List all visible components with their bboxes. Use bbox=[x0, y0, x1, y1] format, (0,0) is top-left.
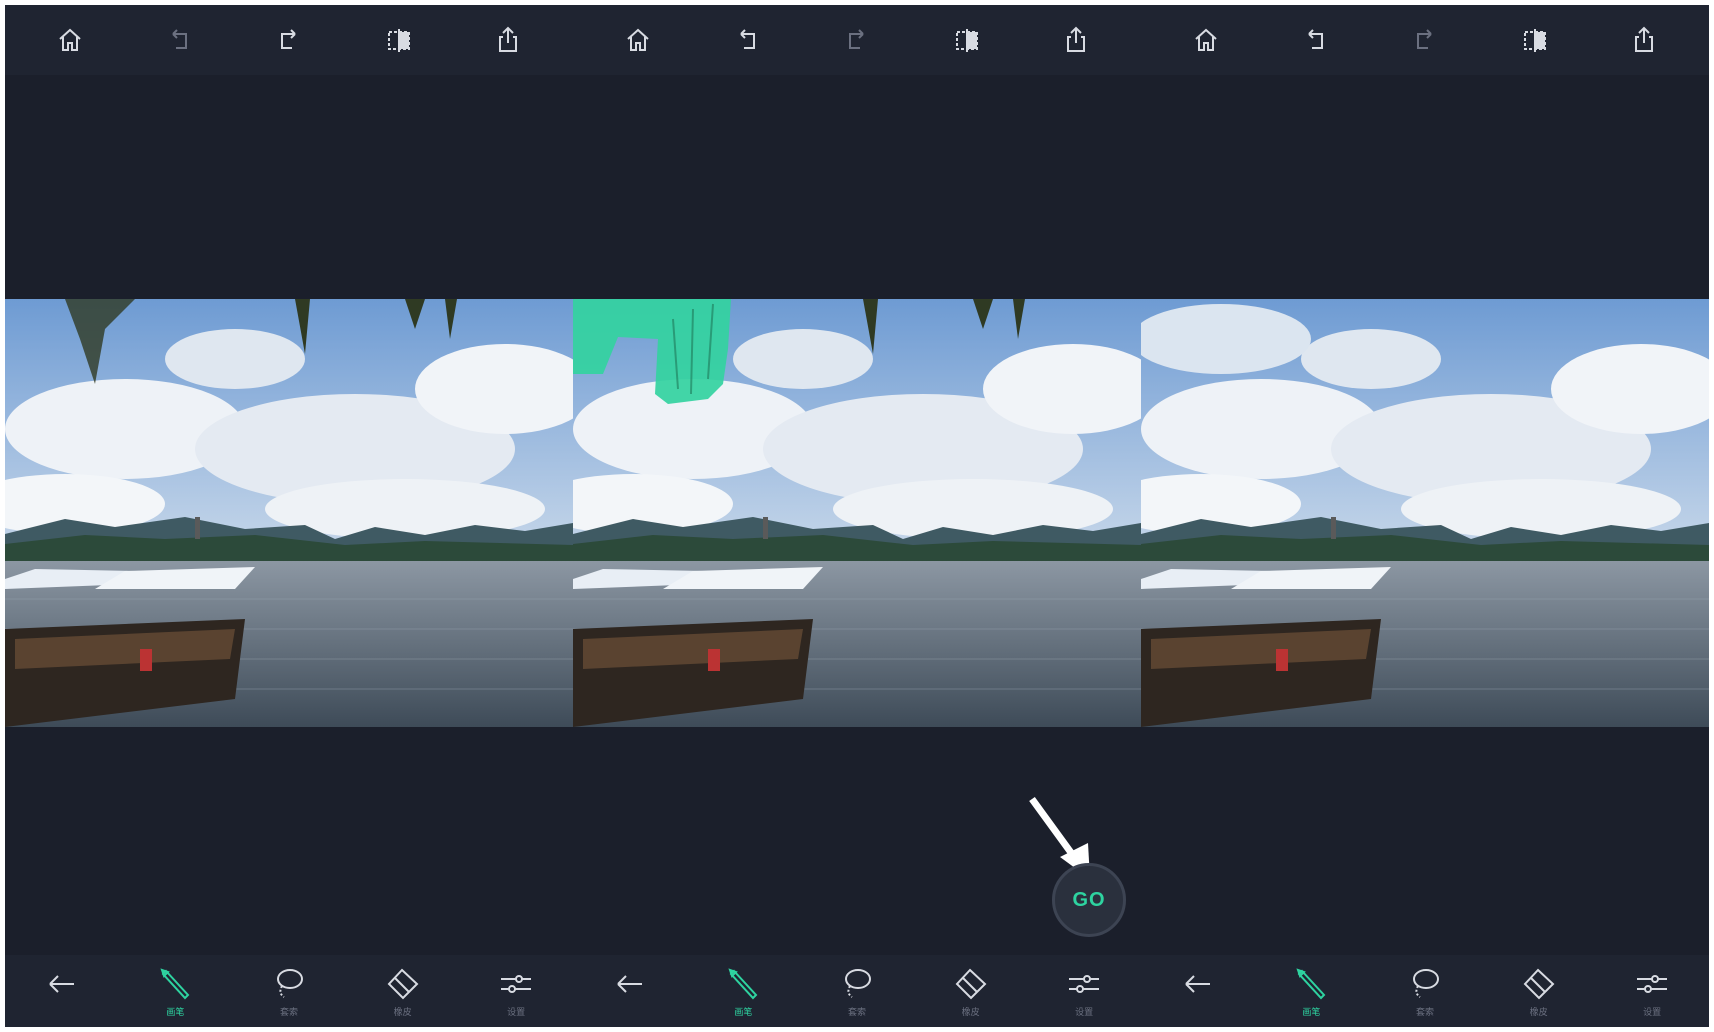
back-arrow-icon bbox=[1185, 975, 1210, 993]
back-button[interactable] bbox=[1163, 967, 1233, 1016]
home-button[interactable] bbox=[618, 20, 658, 60]
screenshot-strip: 画笔 套索 橡皮 设置 GO 画笔 套索 橡皮 设置 画笔 套索 橡皮 设置 bbox=[5, 5, 1709, 1027]
home-button[interactable] bbox=[1186, 20, 1226, 60]
undo-button[interactable] bbox=[1295, 20, 1335, 60]
top-toolbar bbox=[1141, 5, 1709, 75]
bottom-toolbar: 画笔 套索 橡皮 设置 bbox=[1141, 955, 1709, 1027]
settings-button[interactable]: 设置 bbox=[1049, 967, 1119, 1018]
redo-icon bbox=[1416, 29, 1432, 49]
eraser-icon bbox=[955, 968, 987, 1000]
compare-button[interactable] bbox=[379, 20, 419, 60]
eraser-button[interactable]: 橡皮 bbox=[368, 967, 438, 1018]
compare-icon bbox=[1523, 29, 1546, 52]
sliders-icon bbox=[501, 975, 532, 993]
screen-after: 画笔 套索 橡皮 设置 bbox=[1141, 5, 1709, 1027]
share-button[interactable] bbox=[1056, 20, 1096, 60]
share-icon bbox=[1067, 26, 1086, 52]
lasso-button[interactable]: 套索 bbox=[254, 967, 324, 1018]
lasso-label: 套索 bbox=[1415, 1008, 1434, 1018]
lasso-icon bbox=[276, 969, 303, 998]
top-toolbar bbox=[5, 5, 573, 75]
share-icon bbox=[1635, 26, 1654, 52]
lasso-icon bbox=[844, 969, 871, 998]
brush-icon bbox=[160, 968, 190, 1000]
compare-icon bbox=[387, 29, 410, 52]
screen-masked: GO 画笔 套索 橡皮 设置 bbox=[573, 5, 1141, 1027]
settings-button[interactable]: 设置 bbox=[481, 967, 551, 1018]
brush-label: 画笔 bbox=[166, 1008, 185, 1018]
lasso-icon bbox=[1412, 969, 1439, 998]
go-button[interactable]: GO bbox=[1052, 863, 1126, 937]
lasso-button[interactable]: 套索 bbox=[822, 967, 892, 1018]
settings-label: 设置 bbox=[507, 1008, 526, 1018]
brush-label: 画笔 bbox=[734, 1008, 753, 1018]
home-icon bbox=[1195, 28, 1217, 51]
screen-before: 画笔 套索 橡皮 设置 bbox=[5, 5, 573, 1027]
go-label: GO bbox=[1072, 888, 1106, 911]
lake-photo bbox=[1141, 299, 1709, 727]
compare-icon bbox=[955, 29, 978, 52]
share-button[interactable] bbox=[488, 20, 528, 60]
sliders-icon bbox=[1637, 975, 1668, 993]
brush-icon bbox=[1296, 968, 1326, 1000]
share-button[interactable] bbox=[1624, 20, 1664, 60]
sliders-icon bbox=[1069, 975, 1100, 993]
brush-icon bbox=[728, 968, 758, 1000]
redo-icon bbox=[280, 29, 296, 49]
undo-icon bbox=[740, 29, 756, 49]
settings-label: 设置 bbox=[1075, 1008, 1094, 1018]
settings-button[interactable]: 设置 bbox=[1617, 967, 1687, 1018]
lasso-label: 套索 bbox=[279, 1008, 298, 1018]
redo-button[interactable] bbox=[837, 20, 877, 60]
eraser-button[interactable]: 橡皮 bbox=[1504, 967, 1574, 1018]
eraser-icon bbox=[387, 968, 419, 1000]
lasso-button[interactable]: 套索 bbox=[1390, 967, 1460, 1018]
brush-label: 画笔 bbox=[1302, 1008, 1321, 1018]
redo-button[interactable] bbox=[269, 20, 309, 60]
home-icon bbox=[627, 28, 649, 51]
eraser-label: 橡皮 bbox=[393, 1008, 412, 1018]
home-icon bbox=[59, 28, 81, 51]
eraser-label: 橡皮 bbox=[961, 1008, 980, 1018]
lake-photo bbox=[5, 299, 573, 727]
bottom-toolbar: 画笔 套索 橡皮 设置 bbox=[573, 955, 1141, 1027]
back-arrow-icon bbox=[617, 975, 642, 993]
lasso-label: 套索 bbox=[847, 1008, 866, 1018]
photo-canvas[interactable] bbox=[1141, 299, 1709, 727]
home-button[interactable] bbox=[50, 20, 90, 60]
share-icon bbox=[499, 26, 518, 52]
compare-button[interactable] bbox=[947, 20, 987, 60]
undo-icon bbox=[1308, 29, 1324, 49]
lake-photo bbox=[573, 299, 1141, 727]
brush-button[interactable]: 画笔 bbox=[1276, 967, 1346, 1018]
redo-button[interactable] bbox=[1405, 20, 1445, 60]
brush-button[interactable]: 画笔 bbox=[140, 967, 210, 1018]
back-button[interactable] bbox=[27, 967, 97, 1016]
bottom-toolbar: 画笔 套索 橡皮 设置 bbox=[5, 955, 573, 1027]
compare-button[interactable] bbox=[1515, 20, 1555, 60]
redo-icon bbox=[848, 29, 864, 49]
undo-button[interactable] bbox=[727, 20, 767, 60]
eraser-label: 橡皮 bbox=[1529, 1008, 1548, 1018]
brush-button[interactable]: 画笔 bbox=[708, 967, 778, 1018]
undo-icon bbox=[172, 29, 188, 49]
eraser-button[interactable]: 橡皮 bbox=[936, 967, 1006, 1018]
photo-canvas[interactable] bbox=[5, 299, 573, 727]
photo-canvas[interactable] bbox=[573, 299, 1141, 727]
undo-button[interactable] bbox=[159, 20, 199, 60]
back-button[interactable] bbox=[595, 967, 665, 1016]
settings-label: 设置 bbox=[1643, 1008, 1662, 1018]
top-toolbar bbox=[573, 5, 1141, 75]
back-arrow-icon bbox=[49, 975, 74, 993]
eraser-icon bbox=[1523, 968, 1555, 1000]
